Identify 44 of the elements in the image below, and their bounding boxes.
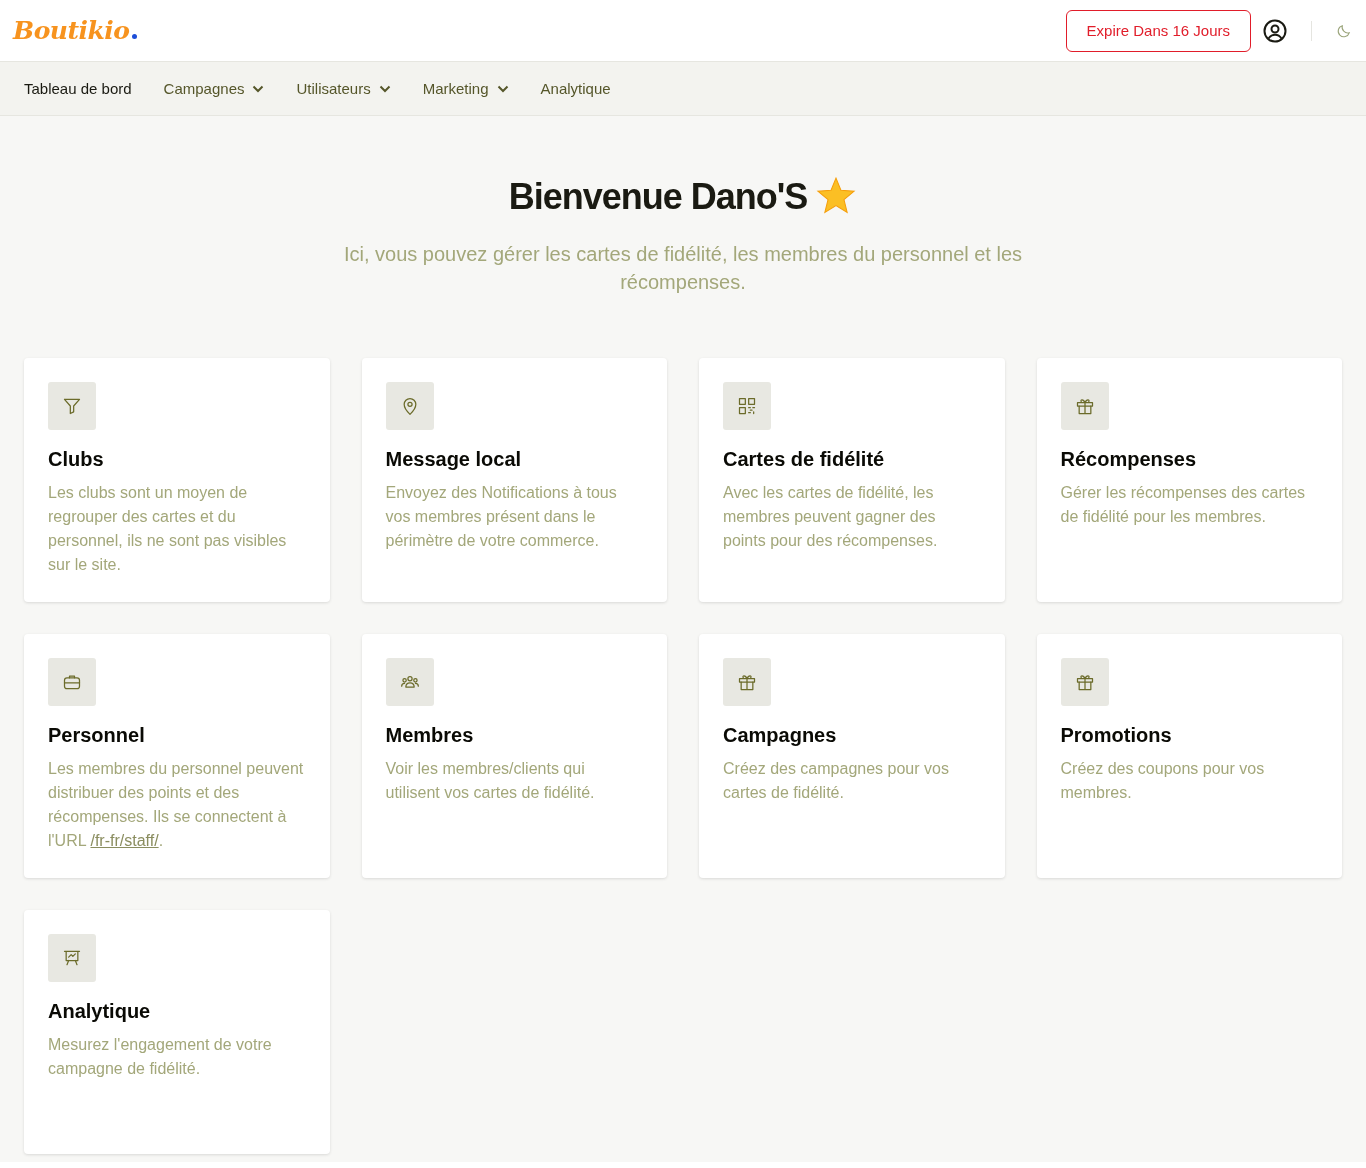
staff-url-link[interactable]: /fr-fr/staff/ [90,832,159,849]
feature-card[interactable]: Promotions Créez des coupons pour vos membres. [1036,634,1342,878]
welcome-subtitle: Ici, vous pouvez gérer les cartes de fidélité, les membres du personnel et les récompenses. [342,242,1024,295]
feature-card[interactable]: Cartes de fidélité Avec les cartes de fidélité, les membres peuvent gagner des points pour des récompenses. [699,358,1005,602]
feature-card[interactable]: Message local Envoyez des Notifications à tous vos membres présent dans le périmètre de votre commerce. [361,358,667,602]
card-title: Membres [385,724,475,747]
qr-code-icon [737,396,757,416]
card-description: Mesurez l'engagement de votre campagne de fidélité. [48,1035,273,1079]
card-description: Créez des coupons pour vos membres. [1060,759,1266,803]
feature-card[interactable]: Clubs Les clubs sont un moyen de regrouper des cartes et du personnel, ils ne sont pas visibles sur le site. [24,358,330,602]
card-description: Les membres du personnel peuvent distribuer des points et des récompenses. Ils se connectent à l'URL /fr-fr/staff/. [48,759,305,851]
gift-icon [1074,396,1095,416]
card-description: Avec les cartes de fidélité, les membres peuvent gagner des points pour des récompenses. [723,483,939,551]
welcome-title: Bienvenue Dano'S [508,176,808,218]
card-title: Promotions [1060,724,1173,747]
gift-icon [737,672,757,692]
nav-tab[interactable]: Analytique [540,80,611,97]
feature-card[interactable]: Campagnes Créez des campagnes pour vos cartes de fidélité. [699,634,1005,878]
gift-icon [1074,672,1095,692]
expiry-button[interactable]: Expire Dans 16 Jours [1065,9,1251,52]
dot-icon [131,34,137,39]
card-title: Campagnes [723,724,838,747]
card-description: Voir les membres/clients qui utilisent vos cartes de fidélité. [385,759,596,803]
card-title: Message local [385,448,523,471]
user-account-icon[interactable] [1263,18,1287,43]
nav-tab[interactable]: Marketing [422,80,509,97]
nav-tab[interactable]: Utilisateurs [296,80,391,97]
funnel-icon [62,396,82,416]
feature-card[interactable]: Personnel Les membres du personnel peuvent distribuer des points et des récompenses. Ils se connectent à l'URL /fr-fr/staff/. [24,634,330,878]
feature-card[interactable]: Récompenses Gérer les récompenses des cartes de fidélité pour les membres. [1036,358,1342,602]
card-description: Les clubs sont un moyen de regrouper des cartes et du personnel, ils ne sont pas visibles sur le site. [48,483,288,575]
chart-board-icon [62,948,82,968]
card-title: Récompenses [1060,448,1198,471]
card-description: Créez des campagnes pour vos cartes de fidélité. [723,759,950,803]
feature-card[interactable]: Membres Voir les membres/clients qui utilisent vos cartes de fidélité. [361,634,667,878]
card-title: Clubs [48,448,105,471]
card-title: Personnel [48,724,146,747]
card-title: Cartes de fidélité [723,448,886,471]
card-description: Envoyez des Notifications à tous vos membres présent dans le périmètre de votre commerce. [385,483,618,551]
card-description: Gérer les récompenses des cartes de fidélité pour les membres. [1060,483,1307,527]
nav-tab[interactable]: Campagnes [163,80,265,97]
card-title: Analytique [48,1000,152,1023]
feature-card[interactable]: Analytique Mesurez l'engagement de votre campagne de fidélité. [24,910,330,1154]
nav-tab[interactable]: Tableau de bord [24,80,132,97]
